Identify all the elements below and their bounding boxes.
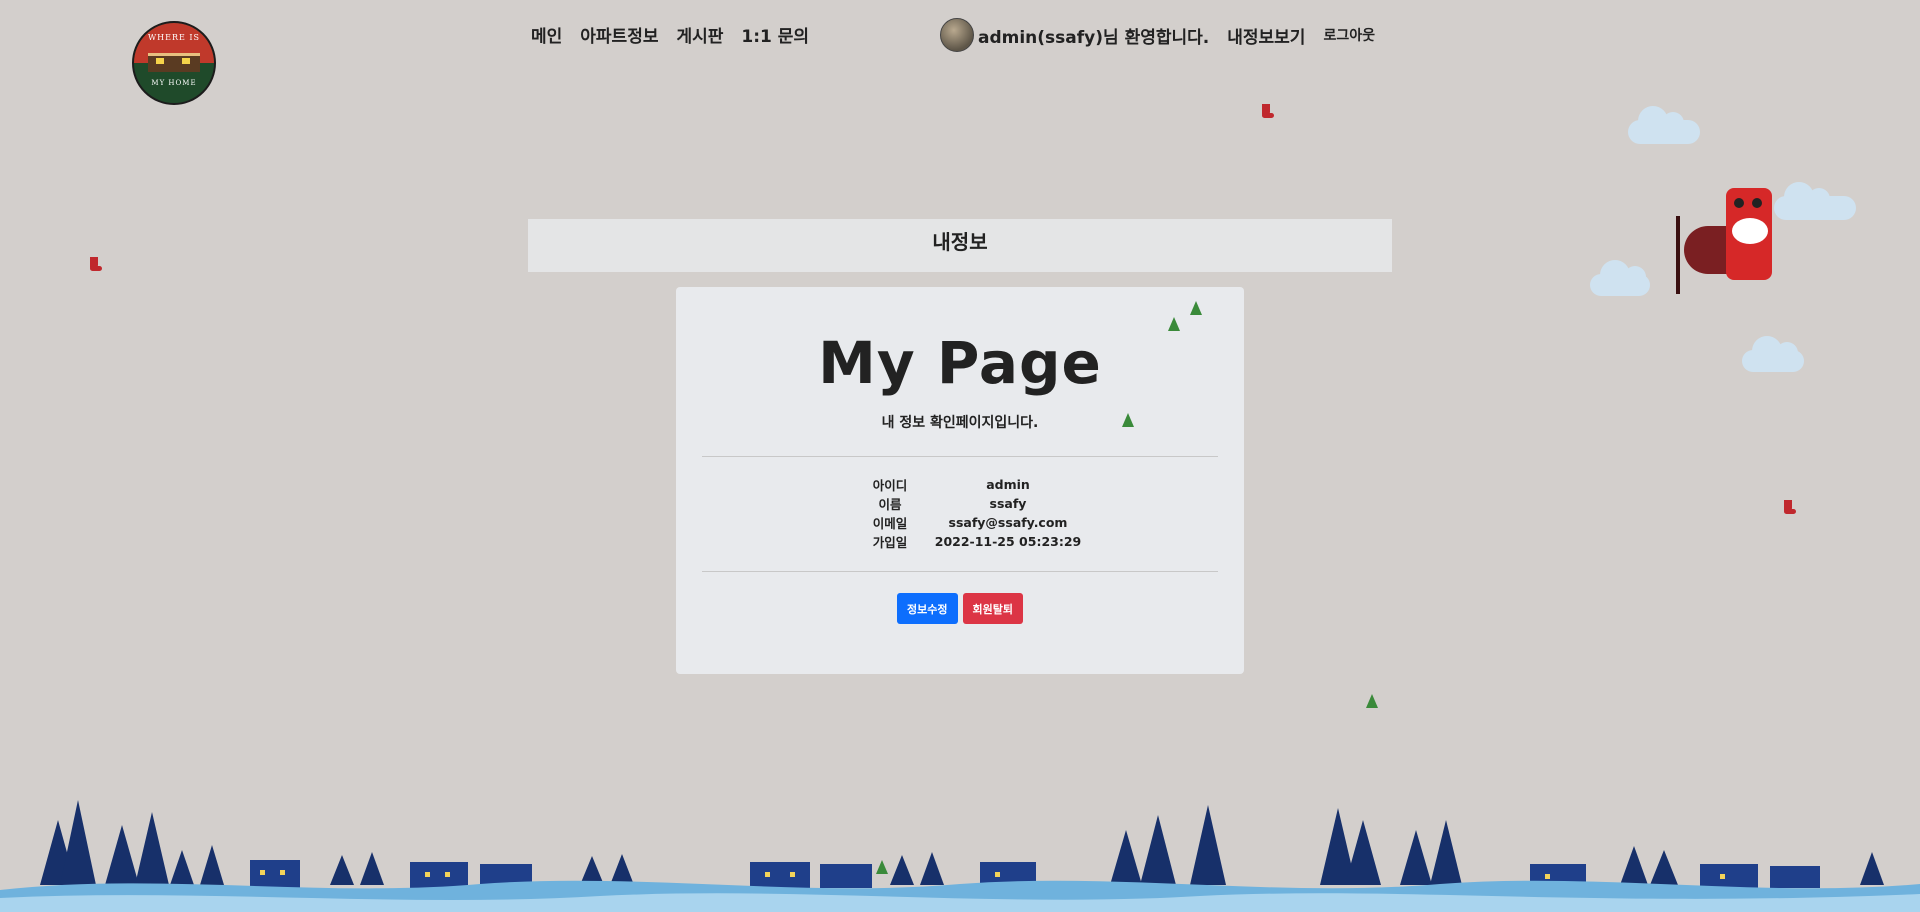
info-value: 2022-11-25 05:23:29 <box>934 534 1082 549</box>
cloud-icon <box>1590 260 1650 296</box>
logo-text-bottom: MY HOME <box>151 79 197 87</box>
logout-link[interactable]: 로그아웃 <box>1323 25 1375 45</box>
stocking-icon <box>90 257 102 271</box>
info-value: ssafy <box>989 496 1027 511</box>
stocking-icon <box>1262 104 1274 118</box>
santa-airplane-icon <box>1676 188 1786 296</box>
info-label: 가입일 <box>872 535 908 550</box>
info-label: 이메일 <box>872 516 908 531</box>
banner-title: 내정보 <box>932 230 988 254</box>
site-logo[interactable]: WHERE IS MY HOME <box>132 21 216 105</box>
nav-inquiry[interactable]: 1:1 문의 <box>741 22 809 47</box>
santa-beard <box>1732 218 1768 244</box>
cloud-icon <box>1628 106 1700 144</box>
info-value: admin <box>986 477 1030 492</box>
divider <box>702 571 1218 572</box>
info-row-id: 아이디 admin <box>676 475 1244 494</box>
action-buttons: 정보수정 회원탈퇴 <box>676 593 1244 624</box>
logo-window-icon <box>156 58 164 64</box>
page-subtitle: 내 정보 확인페이지입니다. <box>881 415 1039 431</box>
main-nav: 메인 아파트정보 게시판 1:1 문의 <box>531 22 809 47</box>
page-title: My Page <box>818 329 1102 397</box>
avatar <box>940 18 974 52</box>
edit-info-button[interactable]: 정보수정 <box>897 593 958 624</box>
cloud-icon <box>1774 182 1856 220</box>
nav-board[interactable]: 게시판 <box>676 22 723 47</box>
propeller <box>1676 216 1680 294</box>
cloud-icon <box>1742 336 1804 372</box>
page-banner: 내정보 <box>528 219 1392 272</box>
info-row-email: 이메일 ssafy@ssafy.com <box>676 513 1244 532</box>
my-page-card: My Page 내 정보 확인페이지입니다. 아이디 admin 이름 ssaf… <box>676 287 1244 674</box>
info-row-joined: 가입일 2022-11-25 05:23:29 <box>676 532 1244 551</box>
page: WHERE IS MY HOME 메인 아파트정보 게시판 1:1 문의 adm… <box>0 0 1920 912</box>
user-nav: admin(ssafy)님 환영합니다. 내정보보기 로그아웃 <box>940 18 1375 52</box>
goggle-icon <box>1734 198 1744 208</box>
info-label: 이름 <box>878 497 902 512</box>
user-info: 아이디 admin 이름 ssafy 이메일 ssafy@ssafy.com 가… <box>676 475 1244 551</box>
winter-landscape <box>0 800 1920 912</box>
nav-apartment-info[interactable]: 아파트정보 <box>580 22 658 47</box>
info-row-name: 이름 ssafy <box>676 494 1244 513</box>
info-label: 아이디 <box>872 478 908 493</box>
forest <box>40 800 1884 885</box>
divider <box>702 456 1218 457</box>
goggle-icon <box>1752 198 1762 208</box>
tree-icon <box>1366 694 1378 708</box>
tree-icon <box>1190 301 1202 315</box>
logo-text-top: WHERE IS <box>147 33 201 42</box>
stocking-icon <box>1784 500 1796 514</box>
logo-window-icon <box>182 58 190 64</box>
welcome-message: admin(ssafy)님 환영합니다. <box>978 27 1210 48</box>
nav-main[interactable]: 메인 <box>531 22 562 47</box>
info-value: ssafy@ssafy.com <box>948 515 1068 530</box>
delete-account-button[interactable]: 회원탈퇴 <box>962 593 1023 624</box>
my-info-link[interactable]: 내정보보기 <box>1227 23 1305 48</box>
